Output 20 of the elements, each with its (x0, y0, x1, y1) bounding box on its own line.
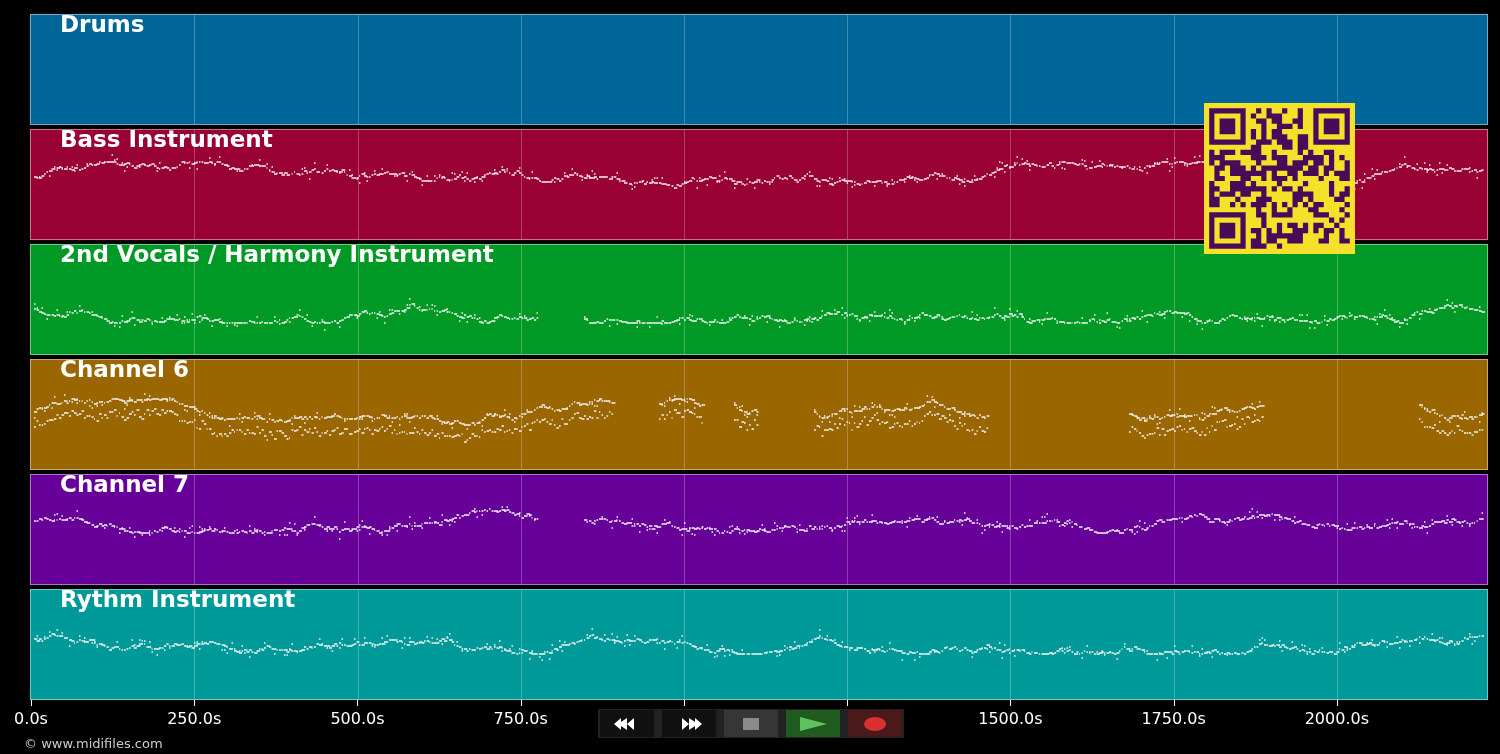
copyright-text: © www.midifiles.com (24, 736, 164, 751)
track-name: Rythm Instrument (60, 590, 296, 612)
axis-label: 2000.0s (1304, 709, 1369, 728)
rewind-button[interactable] (600, 710, 654, 737)
stop-button[interactable] (724, 710, 778, 737)
play-icon (798, 715, 828, 732)
record-button[interactable] (848, 710, 902, 737)
axis-label: 1500.0s (978, 709, 1043, 728)
track-name: Channel 6 (60, 360, 189, 382)
track-name: 2nd Vocals / Harmony Instrument (60, 245, 494, 267)
track-name: Drums (60, 15, 145, 37)
forward-button[interactable] (662, 710, 716, 737)
axis-label: 1750.0s (1141, 709, 1206, 728)
axis-label: 750.0s (493, 709, 548, 728)
track-name: Bass Instrument (60, 130, 273, 152)
axis-label: 250.0s (167, 709, 222, 728)
track-name: Channel 7 (60, 475, 189, 497)
play-button[interactable] (786, 710, 840, 737)
axis-label: 500.0s (330, 709, 385, 728)
axis-label: 0.0s (14, 709, 48, 728)
